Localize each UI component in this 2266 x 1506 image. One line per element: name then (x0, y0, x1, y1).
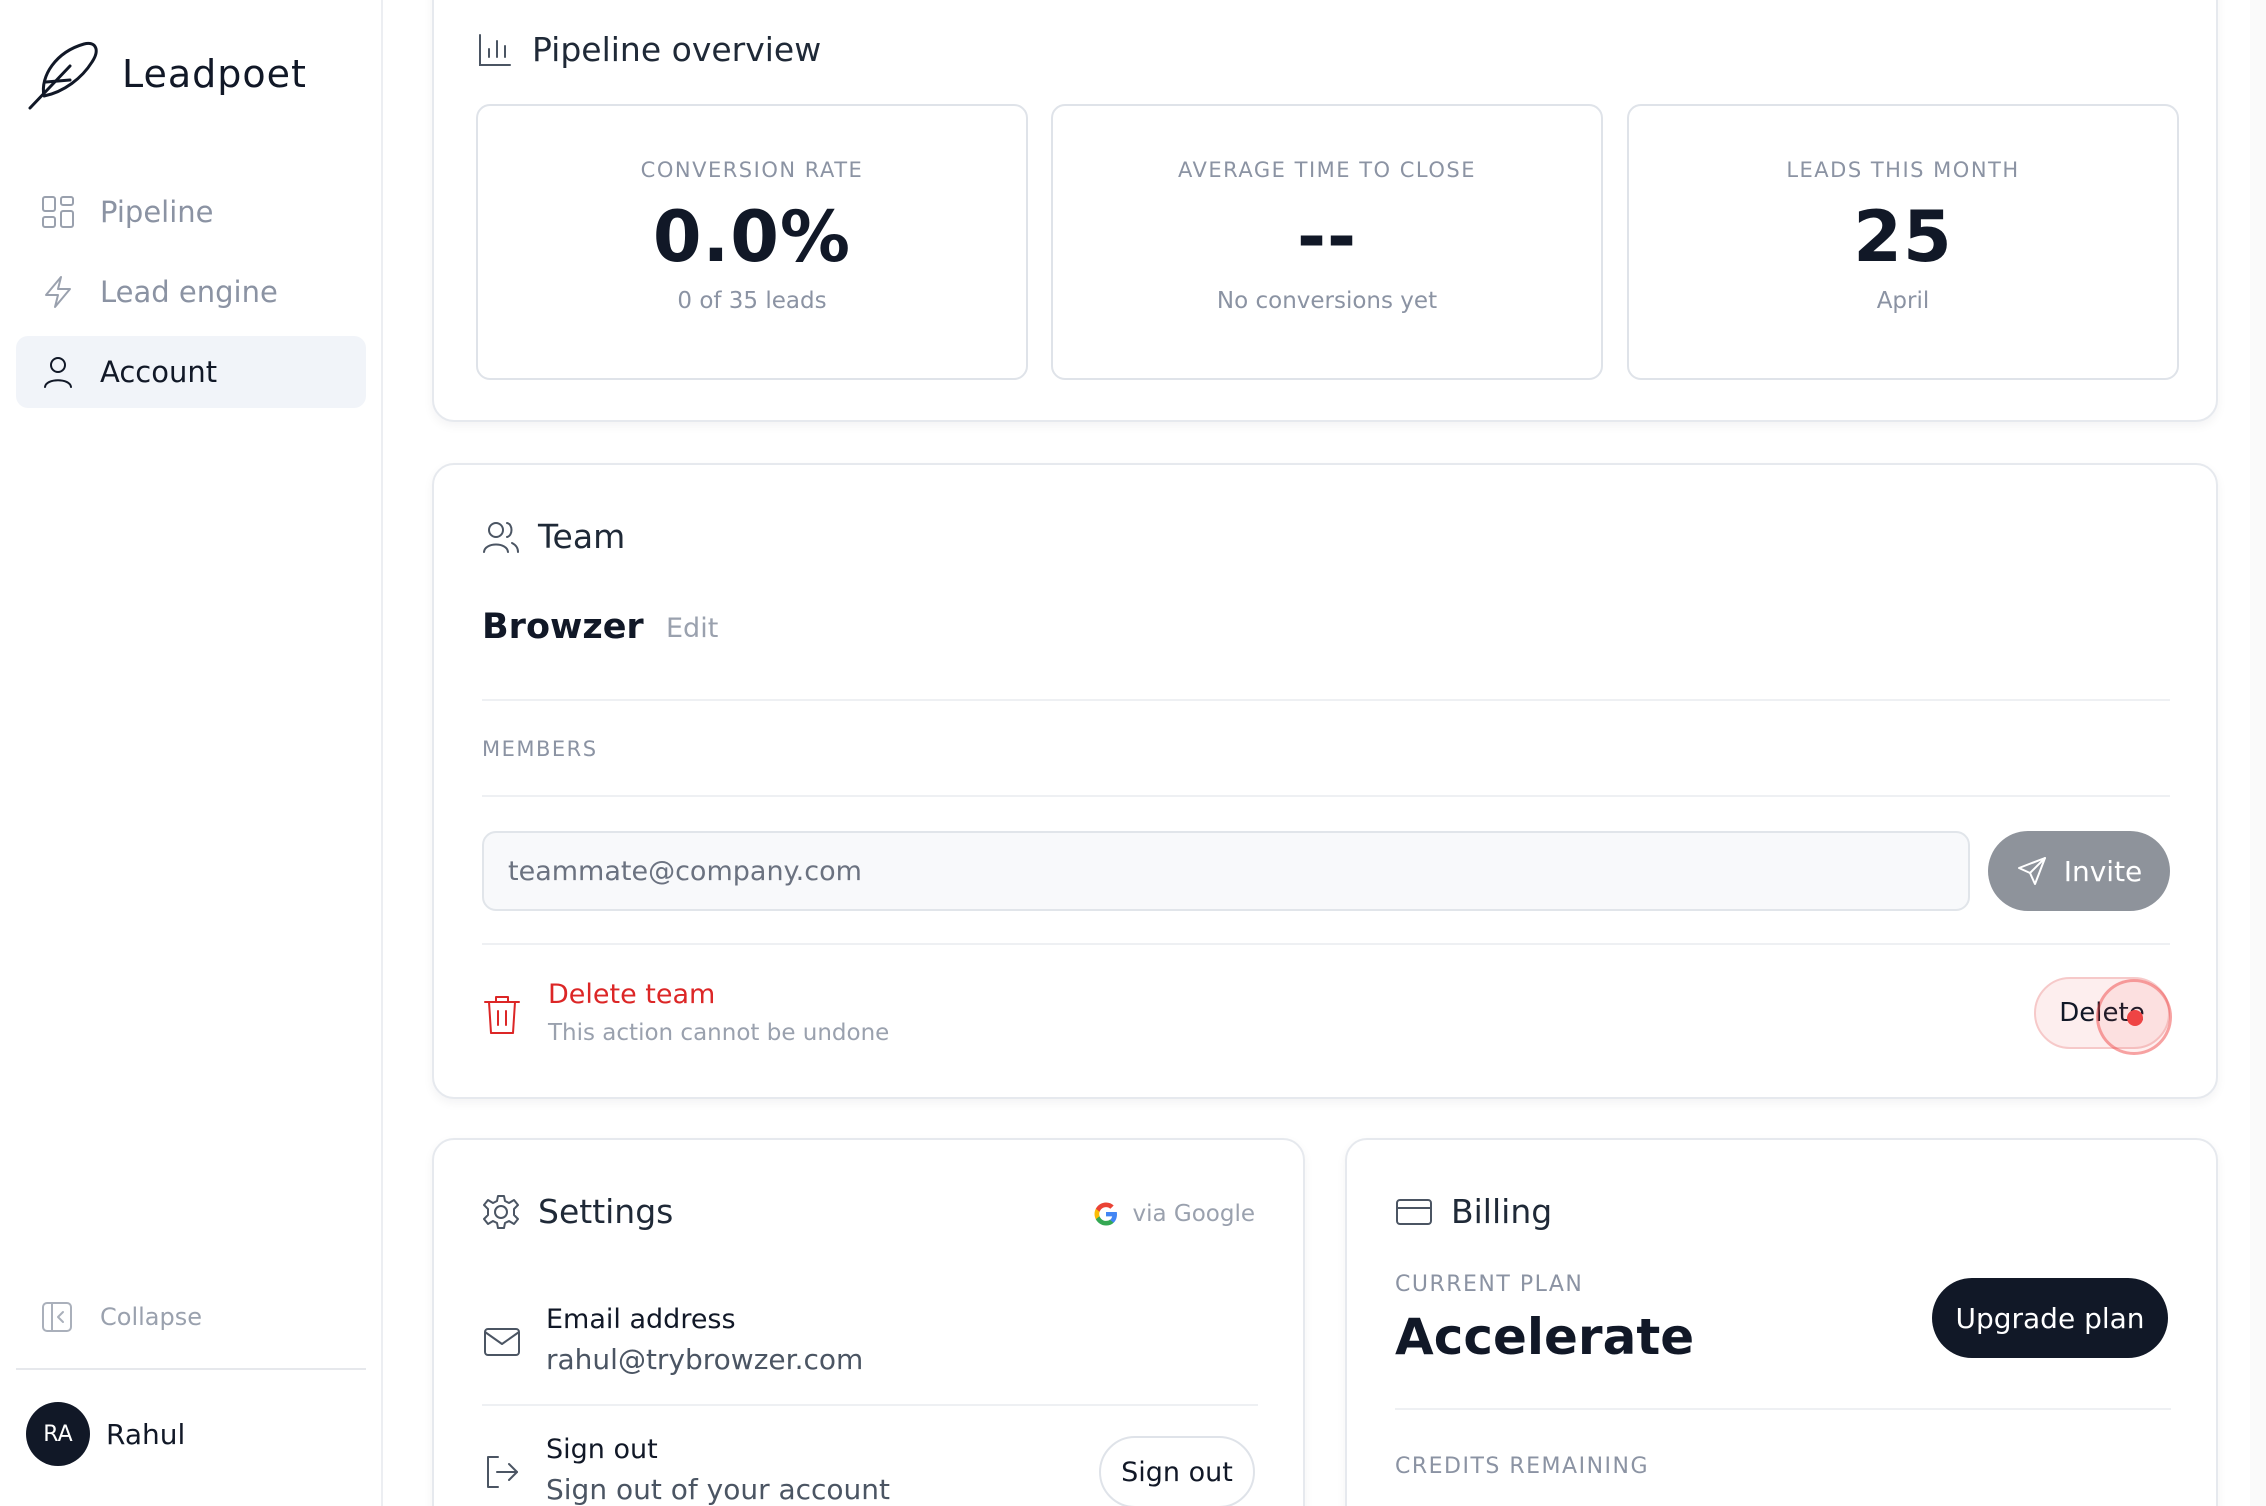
divider (1395, 1408, 2171, 1410)
team-heading: Team (482, 517, 625, 556)
invite-button[interactable]: Invite (1988, 831, 2170, 911)
scrollbar[interactable] (2250, 0, 2266, 1506)
signout-subtitle: Sign out of your account (546, 1473, 891, 1506)
billing-card: Billing CURRENT PLAN Accelerate Upgrade … (1345, 1138, 2218, 1506)
bar-chart-icon (479, 33, 511, 66)
pipeline-overview-card: Pipeline overview CONVERSION RATE 0.0% 0… (432, 0, 2218, 422)
stat-subtext: April (1876, 288, 1930, 314)
collapse-label: Collapse (100, 1303, 202, 1331)
divider (482, 943, 2170, 945)
stat-value: 25 (1853, 196, 1953, 278)
sidebar-item-label: Pipeline (100, 195, 214, 229)
signout-title: Sign out (546, 1434, 658, 1465)
avatar: RA (26, 1402, 90, 1466)
invite-button-label: Invite (2063, 854, 2143, 888)
stat-card-conversion-rate: CONVERSION RATE 0.0% 0 of 35 leads (476, 104, 1028, 380)
sidebar: Leadpoet Pipeline Lead engine Account Co… (0, 0, 383, 1506)
team-title: Team (538, 517, 626, 556)
settings-heading: Settings (482, 1192, 673, 1231)
sign-out-button[interactable]: Sign out (1099, 1436, 1255, 1506)
stat-value: 0.0% (652, 196, 852, 278)
signout-row: Sign out Sign out of your account (482, 1434, 890, 1506)
members-label: MEMBERS (482, 737, 598, 761)
feather-icon (28, 41, 98, 110)
auth-provider: via Google (1092, 1200, 1255, 1228)
user-icon (44, 357, 72, 388)
divider (482, 1404, 1258, 1406)
gear-icon (483, 1194, 519, 1229)
stat-label: CONVERSION RATE (640, 158, 864, 182)
delete-team-button[interactable]: Delete (2034, 977, 2170, 1049)
upgrade-plan-button[interactable]: Upgrade plan (1932, 1278, 2168, 1358)
email-title: Email address (546, 1304, 736, 1335)
sidebar-item-lead-engine[interactable]: Lead engine (16, 256, 366, 328)
billing-title: Billing (1451, 1192, 1553, 1231)
email-value: rahul@trybrowzer.com (546, 1343, 864, 1376)
divider (482, 795, 2170, 797)
billing-heading: Billing (1395, 1192, 1552, 1231)
stat-subtext: 0 of 35 leads (677, 288, 827, 314)
collapse-button[interactable]: Collapse (40, 1300, 202, 1334)
settings-card: Settings via Google Email address rahul@… (432, 1138, 1305, 1506)
trash-icon (484, 996, 520, 1034)
sidebar-item-label: Account (100, 355, 218, 389)
stat-label: AVERAGE TIME TO CLOSE (1178, 158, 1476, 182)
sidebar-divider (16, 1368, 366, 1370)
users-icon (483, 521, 519, 553)
pipeline-overview-title: Pipeline overview (532, 30, 822, 69)
stat-subtext: No conversions yet (1216, 288, 1438, 314)
current-plan-label: CURRENT PLAN (1395, 1272, 1584, 1297)
delete-team-title: Delete team (548, 979, 716, 1010)
grid-icon (42, 196, 74, 228)
current-plan-name: Accelerate (1395, 1308, 1695, 1366)
credits-remaining-label: CREDITS REMAINING (1395, 1454, 1650, 1479)
pipeline-overview-heading: Pipeline overview (476, 30, 821, 69)
sidebar-nav: Pipeline Lead engine Account (16, 176, 366, 416)
brand[interactable]: Leadpoet (26, 36, 307, 112)
delete-team-subtitle: This action cannot be undone (548, 1020, 890, 1046)
user-name: Rahul (106, 1417, 186, 1451)
stat-value: -- (1296, 196, 1358, 278)
bolt-icon (45, 276, 71, 308)
credit-card-icon (1396, 1198, 1432, 1225)
sidebar-item-label: Lead engine (100, 275, 278, 309)
team-name: Browzer (482, 607, 644, 647)
collapse-sidebar-icon (42, 1302, 72, 1332)
auth-provider-label: via Google (1132, 1201, 1255, 1227)
settings-title: Settings (538, 1192, 674, 1231)
mail-icon (484, 1328, 520, 1356)
stat-card-average-time-to-close: AVERAGE TIME TO CLOSE -- No conversions … (1051, 104, 1603, 380)
invite-email-input[interactable] (482, 831, 1970, 911)
stat-label: LEADS THIS MONTH (1786, 158, 2020, 182)
google-icon (1094, 1202, 1118, 1226)
sidebar-item-account[interactable]: Account (16, 336, 366, 408)
delete-team-row: Delete team This action cannot be undone (482, 979, 889, 1046)
team-card: Team Browzer Edit MEMBERS Invite Delete … (432, 463, 2218, 1099)
edit-team-name-link[interactable]: Edit (666, 613, 718, 644)
sidebar-item-pipeline[interactable]: Pipeline (16, 176, 366, 248)
user-profile[interactable]: RA Rahul (26, 1402, 185, 1466)
brand-name: Leadpoet (122, 52, 307, 96)
stat-card-leads-this-month: LEADS THIS MONTH 25 April (1627, 104, 2179, 380)
send-icon (2017, 857, 2046, 885)
logout-icon (487, 1456, 518, 1488)
divider (482, 699, 2170, 701)
email-row: Email address rahul@trybrowzer.com (482, 1304, 863, 1376)
